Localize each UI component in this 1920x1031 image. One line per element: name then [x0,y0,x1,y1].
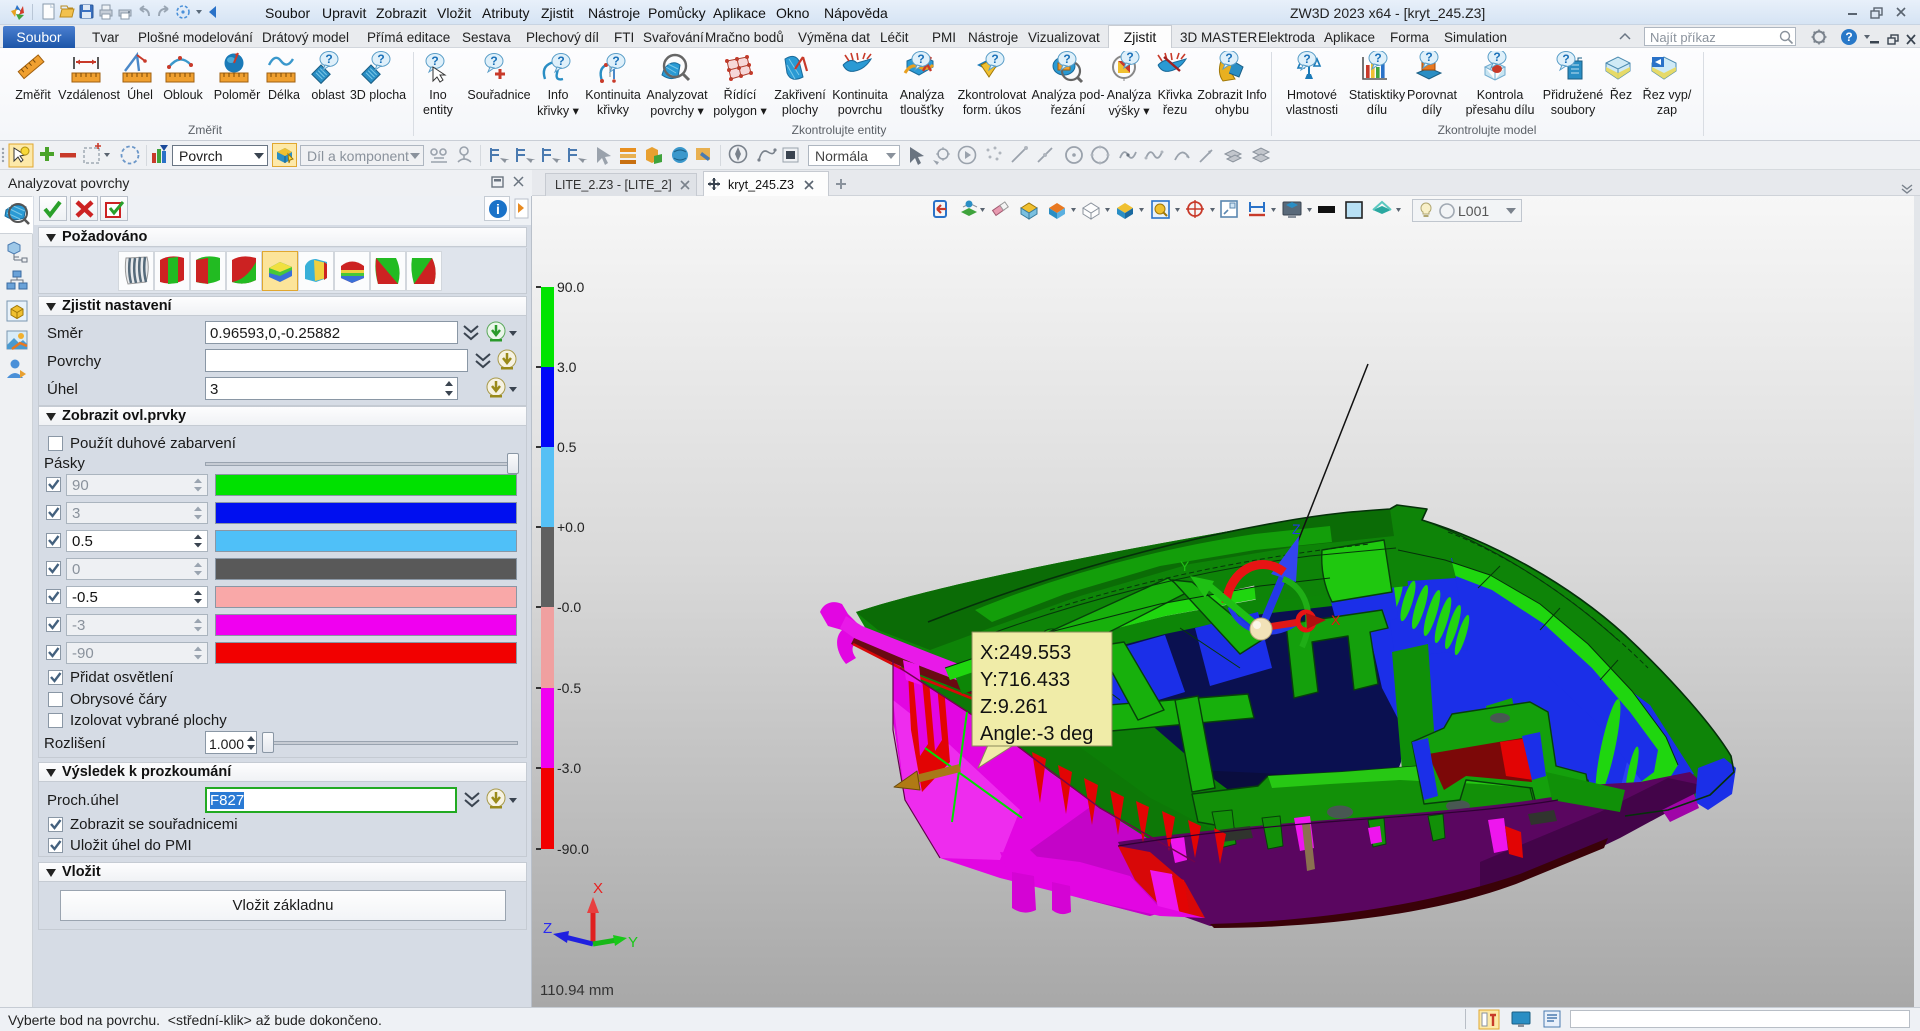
svg-text:Y:716.433: Y:716.433 [980,669,1070,691]
svg-text:X: X [593,880,603,897]
svg-text:X: X [1331,612,1341,628]
svg-text:X:249.553: X:249.553 [980,642,1071,664]
svg-text:Z: Z [543,920,552,937]
svg-text:Y: Y [1180,558,1190,574]
svg-text:Y: Y [628,934,638,951]
svg-text:Z:9.261: Z:9.261 [980,696,1048,718]
svg-text:Angle:-3 deg: Angle:-3 deg [980,723,1093,745]
svg-text:?: ? [1845,30,1852,44]
svg-text:Z: Z [1292,521,1301,537]
svg-text:i: i [496,201,500,217]
